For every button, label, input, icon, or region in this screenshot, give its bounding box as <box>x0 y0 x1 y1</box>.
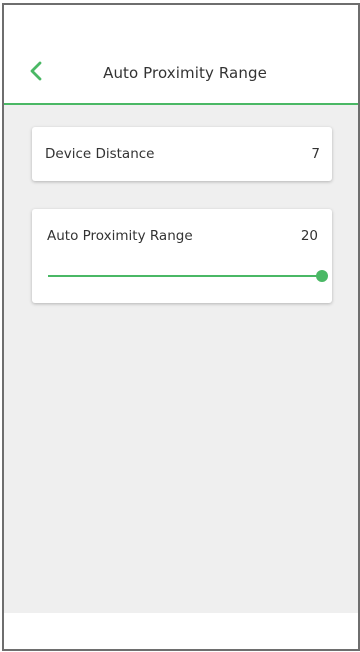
slider-thumb[interactable] <box>316 270 328 282</box>
auto-proximity-range-card: Auto Proximity Range 20 <box>32 209 332 303</box>
device-distance-card: Device Distance 7 <box>32 127 332 181</box>
settings-content: Device Distance 7 Auto Proximity Range 2… <box>4 105 358 613</box>
page-title: Auto Proximity Range <box>103 64 267 82</box>
status-bar <box>4 5 358 45</box>
device-distance-label: Device Distance <box>45 146 155 162</box>
auto-proximity-range-slider[interactable] <box>48 269 328 283</box>
auto-proximity-range-label: Auto Proximity Range <box>47 228 193 244</box>
app-header: Auto Proximity Range <box>4 45 358 105</box>
phone-frame: Auto Proximity Range Device Distance 7 A… <box>2 3 360 651</box>
slider-fill <box>48 275 322 277</box>
auto-proximity-range-value: 20 <box>300 228 318 244</box>
bottom-bar <box>4 613 358 649</box>
device-distance-value: 7 <box>311 146 320 162</box>
